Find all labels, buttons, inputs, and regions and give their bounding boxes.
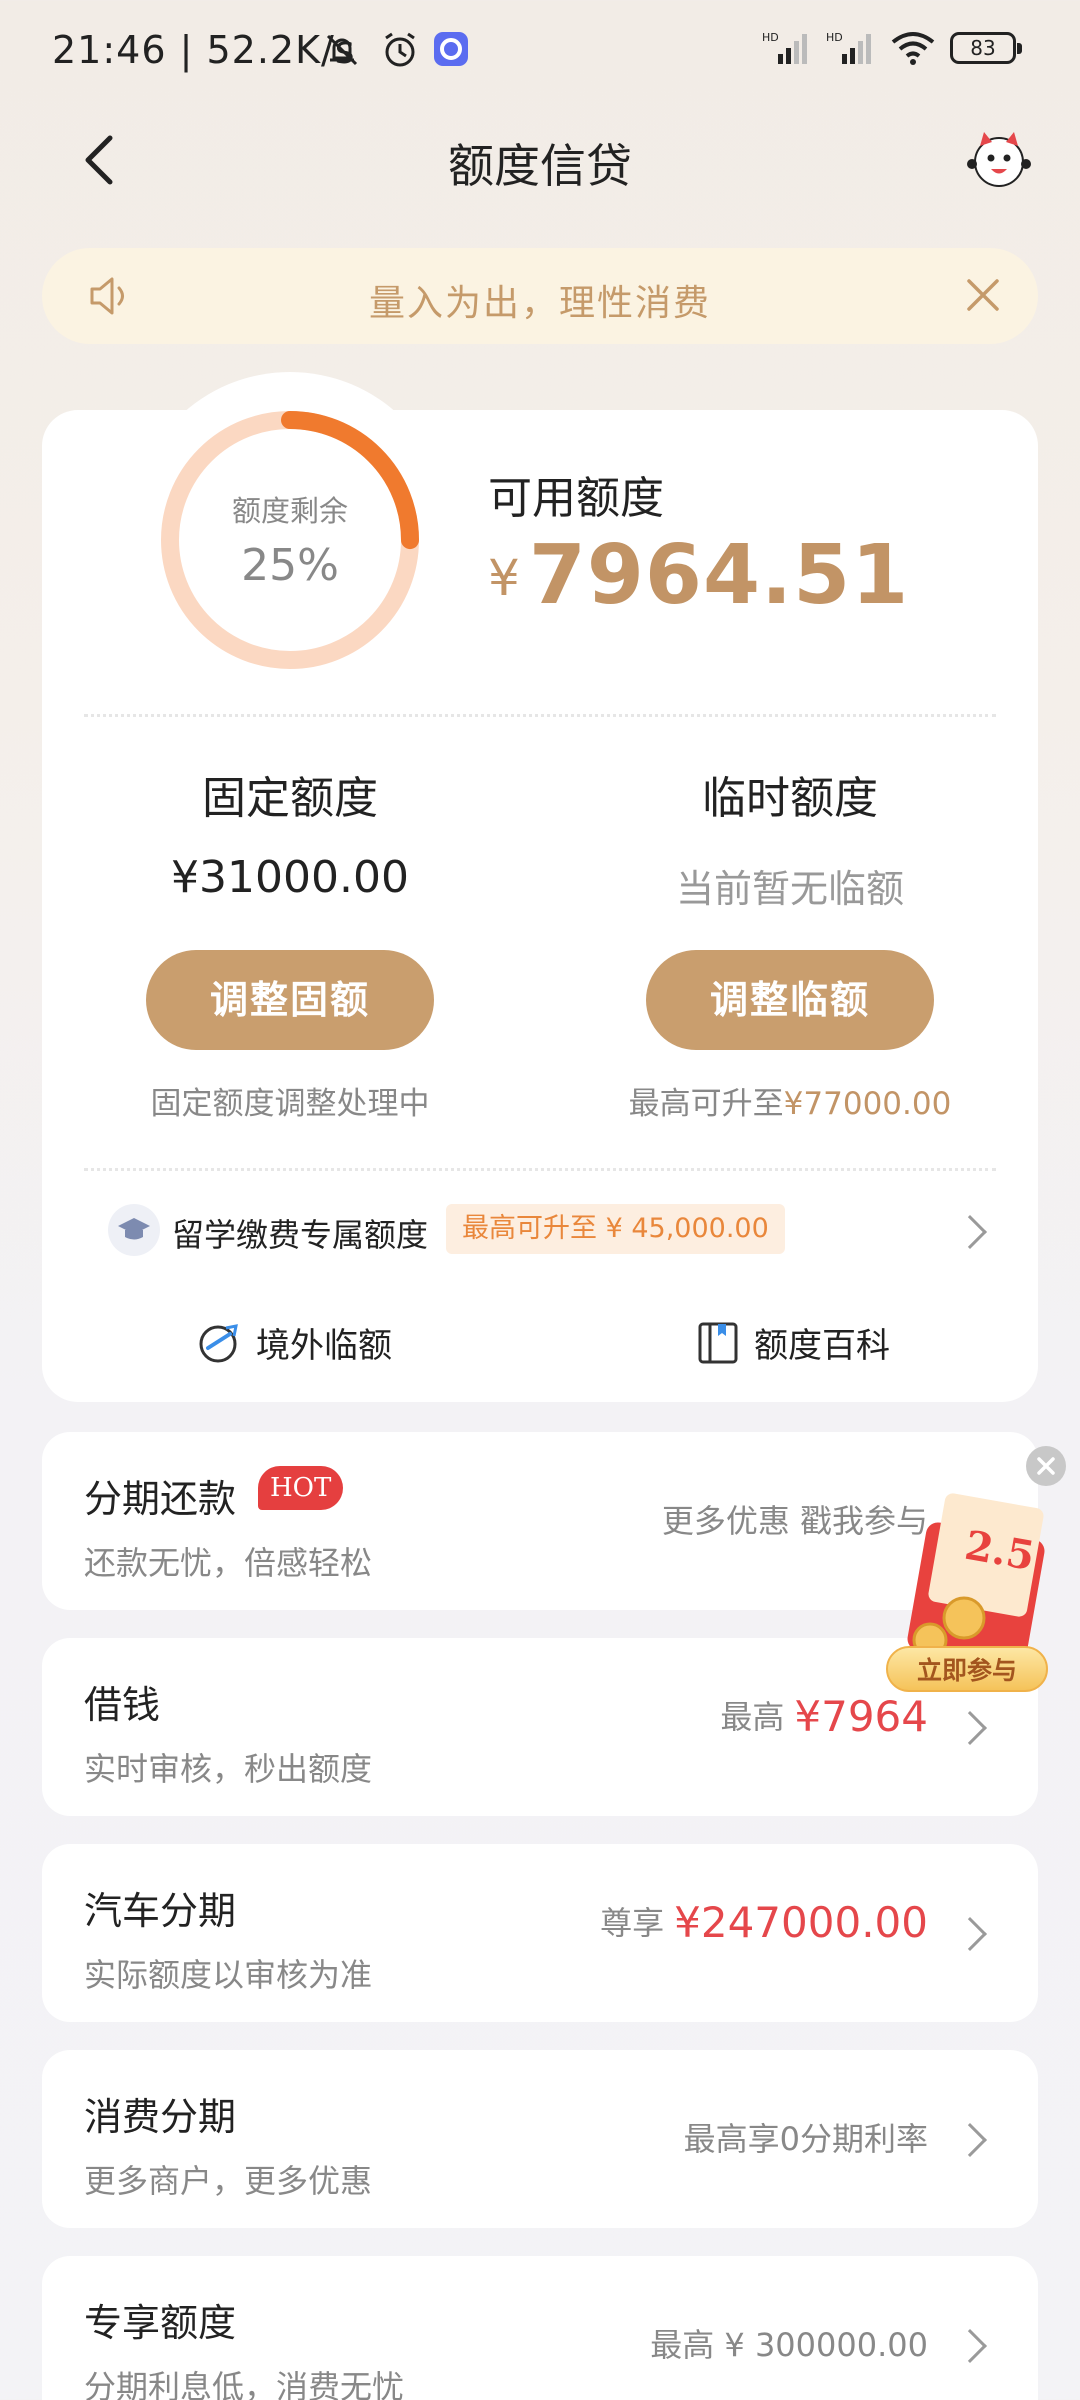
temp-credit-value: 当前暂无临额 [675,867,904,911]
book-icon [698,1322,738,1363]
study-credit-row[interactable]: 留学缴费专属额度 最高可升至 ¥ 45,000.00 [42,1196,1038,1268]
list-item-title: 专享额度 [84,2301,237,2345]
list-item-car-installment[interactable]: 汽车分期 实际额度以审核为准 尊享 ¥247000.00 [42,1844,1038,2022]
adjust-temp-button[interactable]: 调整临额 [646,950,934,1050]
credit-wiki-link[interactable]: 额度百科 [696,1318,890,1367]
right-prefix: 最高 [720,1698,785,1736]
available-amount: ¥7964.51 [488,528,909,623]
chevron-right-icon [953,1711,987,1745]
page-title: 额度信贷 [448,139,632,193]
join-now-button[interactable]: 立即参与 [886,1646,1048,1692]
study-credit-label: 留学缴费专属额度 [172,1216,429,1254]
available-amount-value: 7964.51 [528,528,910,623]
list-item-right-text: 最高享0分期利率 [683,2120,928,2158]
right-value: ¥247000.00 [674,1898,928,1947]
available-label: 可用额度 [488,473,664,524]
mute-icon [326,34,358,66]
list-item-consumer-installment[interactable]: 消费分期 更多商户，更多优惠 最高享0分期利率 [42,2050,1038,2228]
list-item-subtitle: 还款无忧，倍感轻松 [84,1544,373,1582]
list-item-right-text: 最高 ¥ 300000.00 [650,2326,928,2364]
svg-text:HD: HD [826,31,843,44]
list-item-exclusive-credit[interactable]: 专享额度 分期利息低，消费无忧 最高 ¥ 300000.00 [42,2256,1038,2400]
globe-plane-icon [199,1323,238,1362]
alarm-icon [385,32,415,67]
notice-text: 量入为出，理性消费 [368,283,711,324]
list-item-subtitle: 分期利息低，消费无忧 [84,2368,405,2400]
chevron-right-icon [953,1917,987,1951]
study-credit-tag: 最高可升至 ¥ 45,000.00 [446,1204,785,1254]
temp-note-prefix: 最高可升至 [628,1086,784,1122]
close-icon[interactable] [962,274,1004,316]
temp-credit-note: 最高可升至¥77000.00 [560,1078,1020,1123]
wifi-icon [891,32,935,65]
credit-wiki-label: 额度百科 [754,1326,890,1366]
fixed-credit-note: 固定额度调整处理中 [150,1086,430,1122]
list-item-subtitle: 实际额度以审核为准 [84,1956,373,1994]
fixed-credit-value: ¥31000.00 [171,852,409,903]
divider [84,714,996,717]
status-bar: 21:46 | 52.2K/s HD HD 83 [0,0,1080,100]
temp-credit-title: 临时额度 [702,773,878,824]
list-item-title: 汽车分期 [84,1889,237,1933]
adjust-fixed-button[interactable]: 调整固额 [146,950,434,1050]
svg-text:HD: HD [762,31,779,44]
overseas-temp-label: 境外临额 [256,1326,392,1366]
temp-note-amount: ¥77000.00 [783,1086,952,1122]
close-icon[interactable] [1026,1446,1066,1486]
overseas-temp-link[interactable]: 境外临额 [196,1318,392,1367]
notice-banner: 量入为出，理性消费 [42,248,1038,344]
signal-hd-icon: HD [762,31,807,64]
list-item-title: 分期还款 [84,1477,237,1521]
ring-percent: 25% [241,540,339,591]
chevron-right-icon [953,2123,987,2157]
ring-label: 额度剩余 [231,494,348,528]
list-item-subtitle: 更多商户，更多优惠 [84,2162,373,2200]
chevron-right-icon [953,2329,987,2363]
signal-hd-icon: HD [826,31,871,64]
fixed-credit-title: 固定额度 [202,773,378,824]
chevron-right-icon [953,1215,987,1249]
list-item-right-text: 尊享 ¥247000.00 [600,1898,928,1947]
app-icon [434,32,468,66]
right-prefix: 尊享 [600,1904,665,1942]
status-right-icons: HD HD 83 [762,30,1022,66]
battery-icon: 83 [950,32,1022,64]
list-item-title: 消费分期 [84,2095,237,2139]
graduation-cap-icon [108,1204,160,1256]
divider [84,1168,996,1171]
header: 额度信贷 [0,110,1080,210]
list-item-subtitle: 实时审核，秒出额度 [84,1750,373,1788]
yen-symbol: ¥ [488,549,521,607]
hot-badge: HOT [258,1466,344,1510]
status-time: 21:46 | 52.2K/s [52,28,356,72]
mascot-avatar-icon[interactable] [964,124,1034,194]
list-item-title: 借钱 [84,1683,161,1727]
